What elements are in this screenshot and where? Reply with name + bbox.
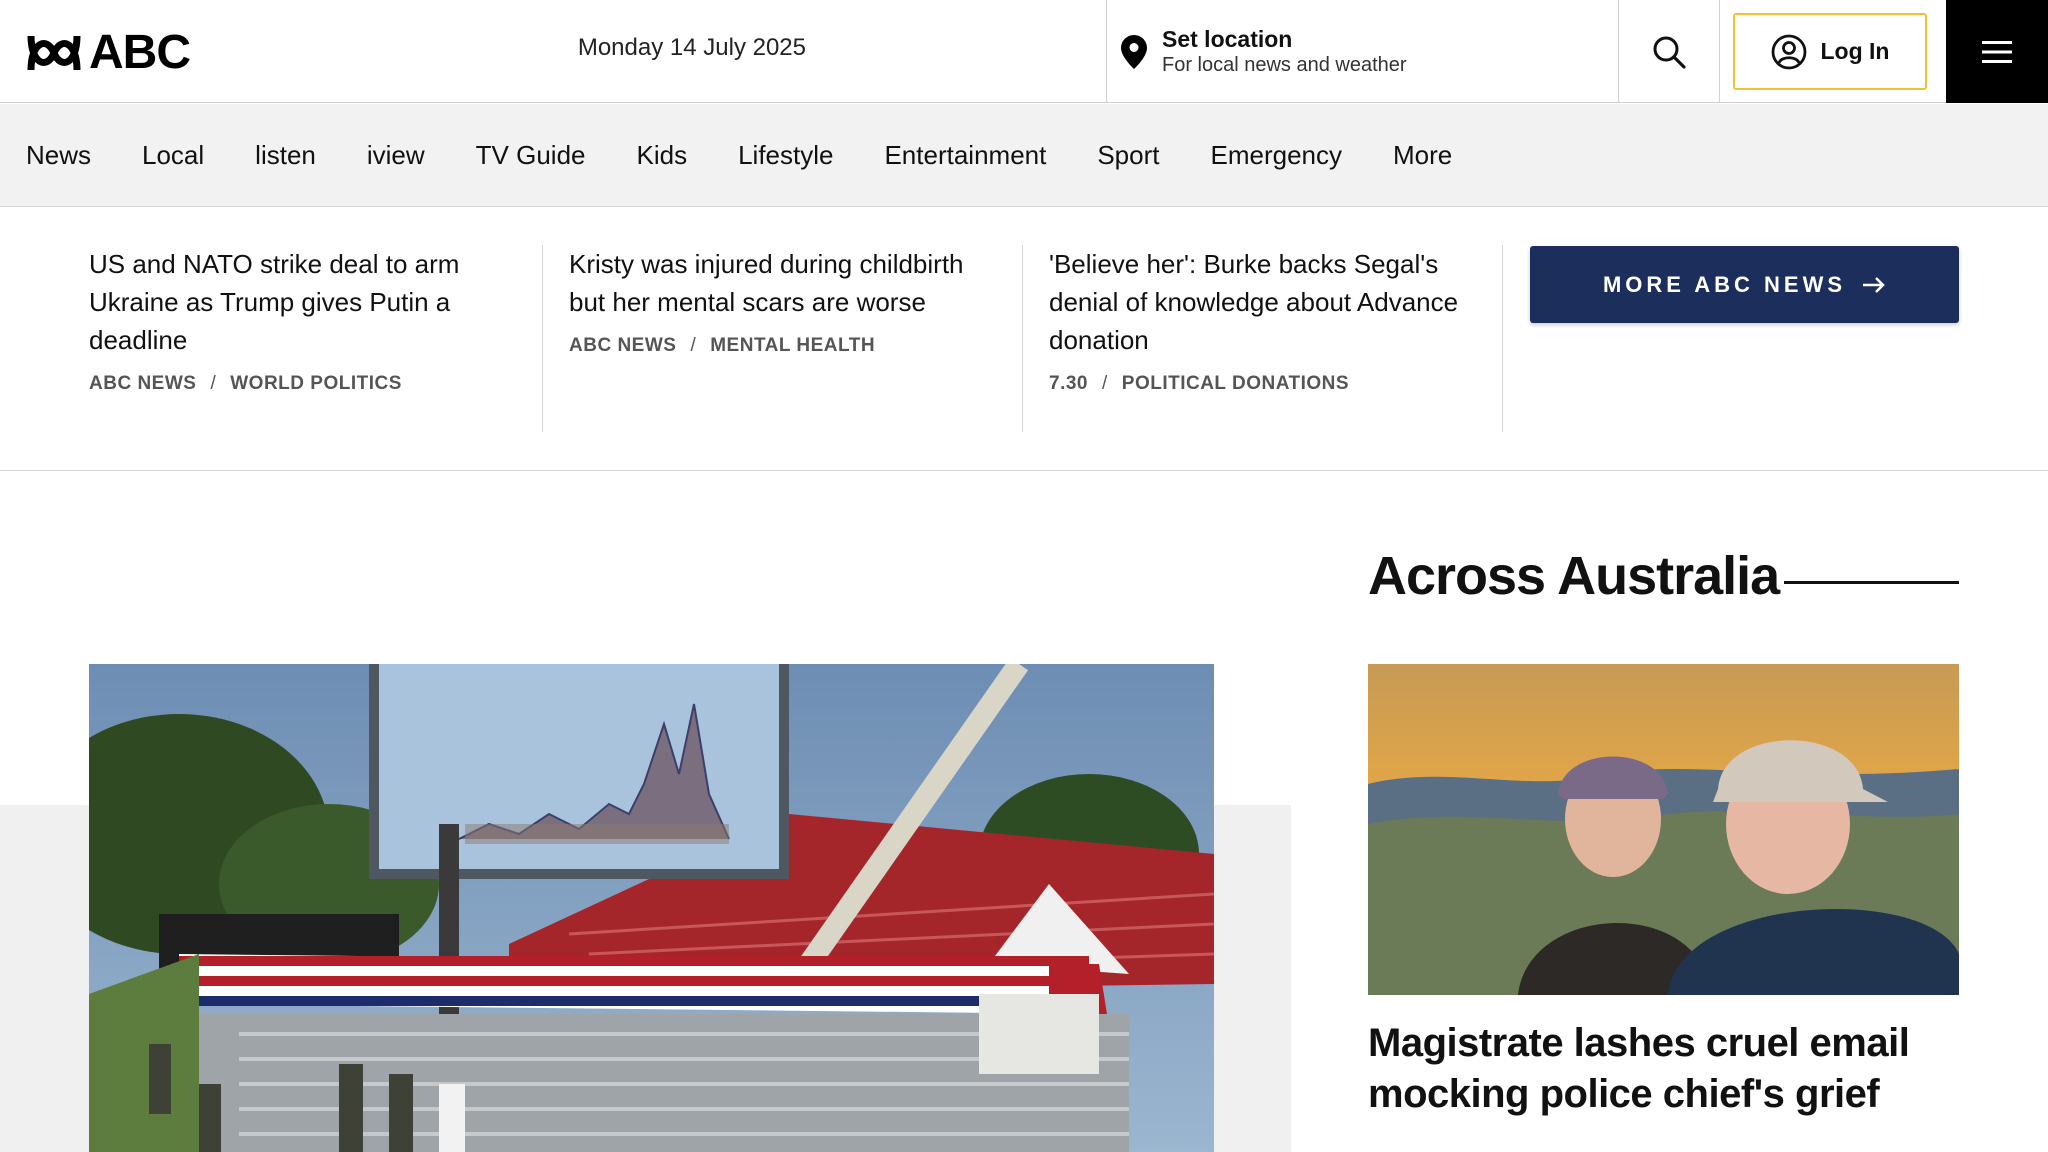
rally-stage-photo — [89, 664, 1214, 1152]
tag-separator: / — [1101, 373, 1108, 394]
story-tags: ABC NEWS / WORLD POLITICS — [89, 373, 516, 395]
father-son-selfie-photo — [1368, 664, 1959, 995]
hero-story-image[interactable] — [89, 664, 1214, 1152]
nav-list: News Local listen iview TV Guide Kids Li… — [0, 104, 2048, 206]
arrow-right-icon — [1863, 276, 1885, 293]
top-header: ABC Monday 14 July 2025 Set location For… — [0, 0, 2048, 103]
top-story-card[interactable]: 'Believe her': Burke backs Segal's denia… — [1023, 245, 1503, 432]
story-topic[interactable]: MENTAL HEALTH — [710, 335, 875, 357]
story-tags: 7.30 / POLITICAL DONATIONS — [1049, 373, 1476, 395]
location-text: Set location For local news and weather — [1162, 26, 1407, 76]
search-button[interactable] — [1618, 0, 1719, 103]
login-label: Log In — [1820, 38, 1890, 64]
location-title: Set location — [1162, 26, 1293, 53]
story-source[interactable]: 7.30 — [1049, 373, 1088, 395]
nav-item-lifestyle[interactable]: Lifestyle — [738, 140, 833, 171]
location-pin-icon — [1121, 34, 1147, 69]
logo-text: ABC — [89, 26, 191, 79]
top-story-card[interactable]: US and NATO strike deal to arm Ukraine a… — [63, 245, 543, 432]
across-australia-heading: Across Australia — [1368, 546, 1780, 606]
top-stories-strip: US and NATO strike deal to arm Ukraine a… — [0, 207, 2048, 471]
story-source[interactable]: ABC NEWS — [569, 335, 676, 357]
user-avatar-icon — [1771, 34, 1806, 69]
nav-item-sport[interactable]: Sport — [1097, 140, 1159, 171]
abc-lissajous-icon — [27, 35, 81, 71]
tag-separator: / — [690, 335, 697, 356]
story-source[interactable]: ABC NEWS — [89, 373, 196, 395]
story-topic[interactable]: WORLD POLITICS — [230, 373, 402, 395]
top-story-card[interactable]: Kristy was injured during childbirth but… — [543, 245, 1023, 432]
set-location-button[interactable]: Set location For local news and weather — [1106, 0, 1618, 103]
hamburger-menu-button[interactable] — [1946, 0, 2048, 103]
story-headline[interactable]: US and NATO strike deal to arm Ukraine a… — [89, 245, 516, 359]
more-abc-news-button[interactable]: MORE ABC NEWS — [1530, 246, 1959, 323]
story-topic[interactable]: POLITICAL DONATIONS — [1122, 373, 1349, 395]
main-nav: News Local listen iview TV Guide Kids Li… — [0, 104, 2048, 207]
hamburger-icon — [1982, 40, 2012, 63]
abc-logo-link[interactable]: ABC — [27, 26, 191, 79]
search-icon — [1653, 36, 1686, 69]
story-headline[interactable]: Kristy was injured during childbirth but… — [569, 245, 996, 321]
nav-item-local[interactable]: Local — [142, 140, 204, 171]
story-tags: ABC NEWS / MENTAL HEALTH — [569, 335, 996, 357]
across-australia-image[interactable] — [1368, 664, 1959, 995]
section-rule — [1784, 581, 1959, 584]
nav-item-tv-guide[interactable]: TV Guide — [476, 140, 586, 171]
nav-item-emergency[interactable]: Emergency — [1211, 140, 1343, 171]
nav-item-news[interactable]: News — [26, 140, 91, 171]
nav-item-kids[interactable]: Kids — [637, 140, 688, 171]
current-date: Monday 14 July 2025 — [577, 34, 806, 61]
more-news-label: MORE ABC NEWS — [1602, 271, 1847, 297]
nav-item-iview[interactable]: iview — [367, 140, 425, 171]
nav-item-more[interactable]: More — [1393, 140, 1452, 171]
across-australia-headline[interactable]: Magistrate lashes cruel email mocking po… — [1368, 1018, 1959, 1120]
header-divider — [1719, 0, 1720, 103]
story-headline[interactable]: 'Believe her': Burke backs Segal's denia… — [1049, 245, 1476, 359]
nav-item-listen[interactable]: listen — [255, 140, 316, 171]
location-subtitle: For local news and weather — [1162, 53, 1407, 76]
nav-item-entertainment[interactable]: Entertainment — [884, 140, 1046, 171]
login-button[interactable]: Log In — [1733, 13, 1927, 90]
tag-separator: / — [210, 373, 217, 394]
